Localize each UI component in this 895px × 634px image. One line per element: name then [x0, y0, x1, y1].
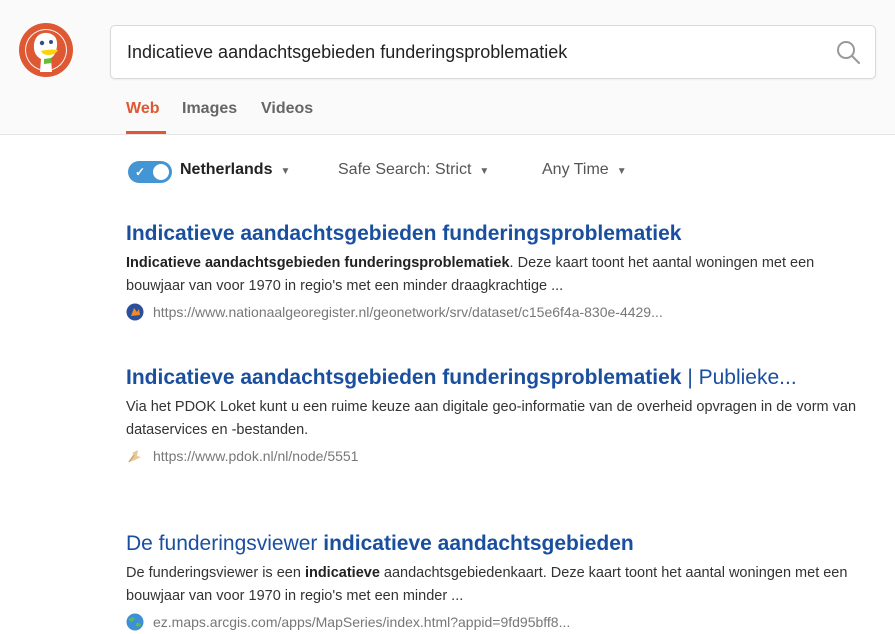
result-title-text: indicatieve aandachtsgebieden — [323, 532, 634, 555]
snippet-highlight: Indicatieve aandachtsgebieden funderings… — [126, 255, 510, 271]
snippet-text: Via het PDOK Loket kunt u een ruime keuz… — [126, 399, 857, 438]
snippet-text: De funderingsviewer is een — [126, 565, 305, 581]
time-label: Any Time — [542, 161, 609, 178]
chevron-down-icon: ▼ — [479, 166, 490, 177]
result-url-text: https://www.pdok.nl/nl/node/5551 — [153, 448, 359, 464]
result-snippet: Via het PDOK Loket kunt u een ruime keuz… — [126, 396, 871, 442]
search-input[interactable] — [127, 26, 807, 78]
result-snippet: De funderingsviewer is een indicatieve a… — [126, 562, 871, 608]
tab-images[interactable]: Images — [182, 100, 237, 118]
result-url[interactable]: ez.maps.arcgis.com/apps/MapSeries/index.… — [126, 613, 871, 631]
region-dropdown[interactable]: Netherlands ▼ — [180, 161, 290, 179]
safe-search-label: Safe Search: Strict — [338, 161, 472, 178]
duckduckgo-logo[interactable] — [18, 22, 74, 78]
ngr-favicon-icon — [126, 303, 144, 321]
result-title-link[interactable]: Indicatieve aandachtsgebieden funderings… — [126, 364, 871, 392]
active-tab-indicator — [126, 131, 166, 134]
result-url-text: ez.maps.arcgis.com/apps/MapSeries/index.… — [153, 614, 571, 630]
toggle-knob — [153, 164, 169, 180]
check-icon: ✓ — [135, 165, 146, 179]
search-box — [110, 25, 876, 79]
search-result: Indicatieve aandachtsgebieden funderings… — [126, 364, 871, 465]
tab-videos[interactable]: Videos — [261, 100, 313, 118]
result-snippet: Indicatieve aandachtsgebieden funderings… — [126, 252, 871, 298]
time-dropdown[interactable]: Any Time ▼ — [542, 161, 627, 179]
safe-search-dropdown[interactable]: Safe Search: Strict ▼ — [338, 161, 489, 179]
search-icon[interactable] — [835, 39, 861, 65]
snippet-highlight: indicatieve — [304, 565, 380, 581]
result-title-suffix: | Publieke... — [681, 366, 797, 389]
result-url[interactable]: https://www.pdok.nl/nl/node/5551 — [126, 447, 871, 465]
globe-favicon-icon — [126, 613, 144, 631]
pdok-favicon-icon — [128, 450, 141, 463]
chevron-down-icon: ▼ — [616, 166, 627, 177]
tab-web[interactable]: Web — [126, 100, 159, 118]
search-result: De funderingsviewer indicatieve aandacht… — [126, 530, 871, 631]
result-title-text: Indicatieve aandachtsgebieden funderings… — [126, 222, 682, 245]
chevron-down-icon: ▼ — [280, 166, 291, 177]
result-url[interactable]: https://www.nationaalgeoregister.nl/geon… — [126, 303, 871, 321]
region-toggle[interactable]: ✓ — [128, 161, 172, 183]
header: Web Images Videos — [0, 0, 895, 135]
result-title-prefix: De funderingsviewer — [126, 532, 324, 555]
region-label: Netherlands — [180, 161, 273, 178]
result-title-link[interactable]: Indicatieve aandachtsgebieden funderings… — [126, 220, 871, 248]
result-title-text: Indicatieve aandachtsgebieden funderings… — [126, 366, 682, 389]
result-url-text: https://www.nationaalgeoregister.nl/geon… — [153, 304, 663, 320]
result-title-link[interactable]: De funderingsviewer indicatieve aandacht… — [126, 530, 871, 558]
search-result: Indicatieve aandachtsgebieden funderings… — [126, 220, 871, 321]
